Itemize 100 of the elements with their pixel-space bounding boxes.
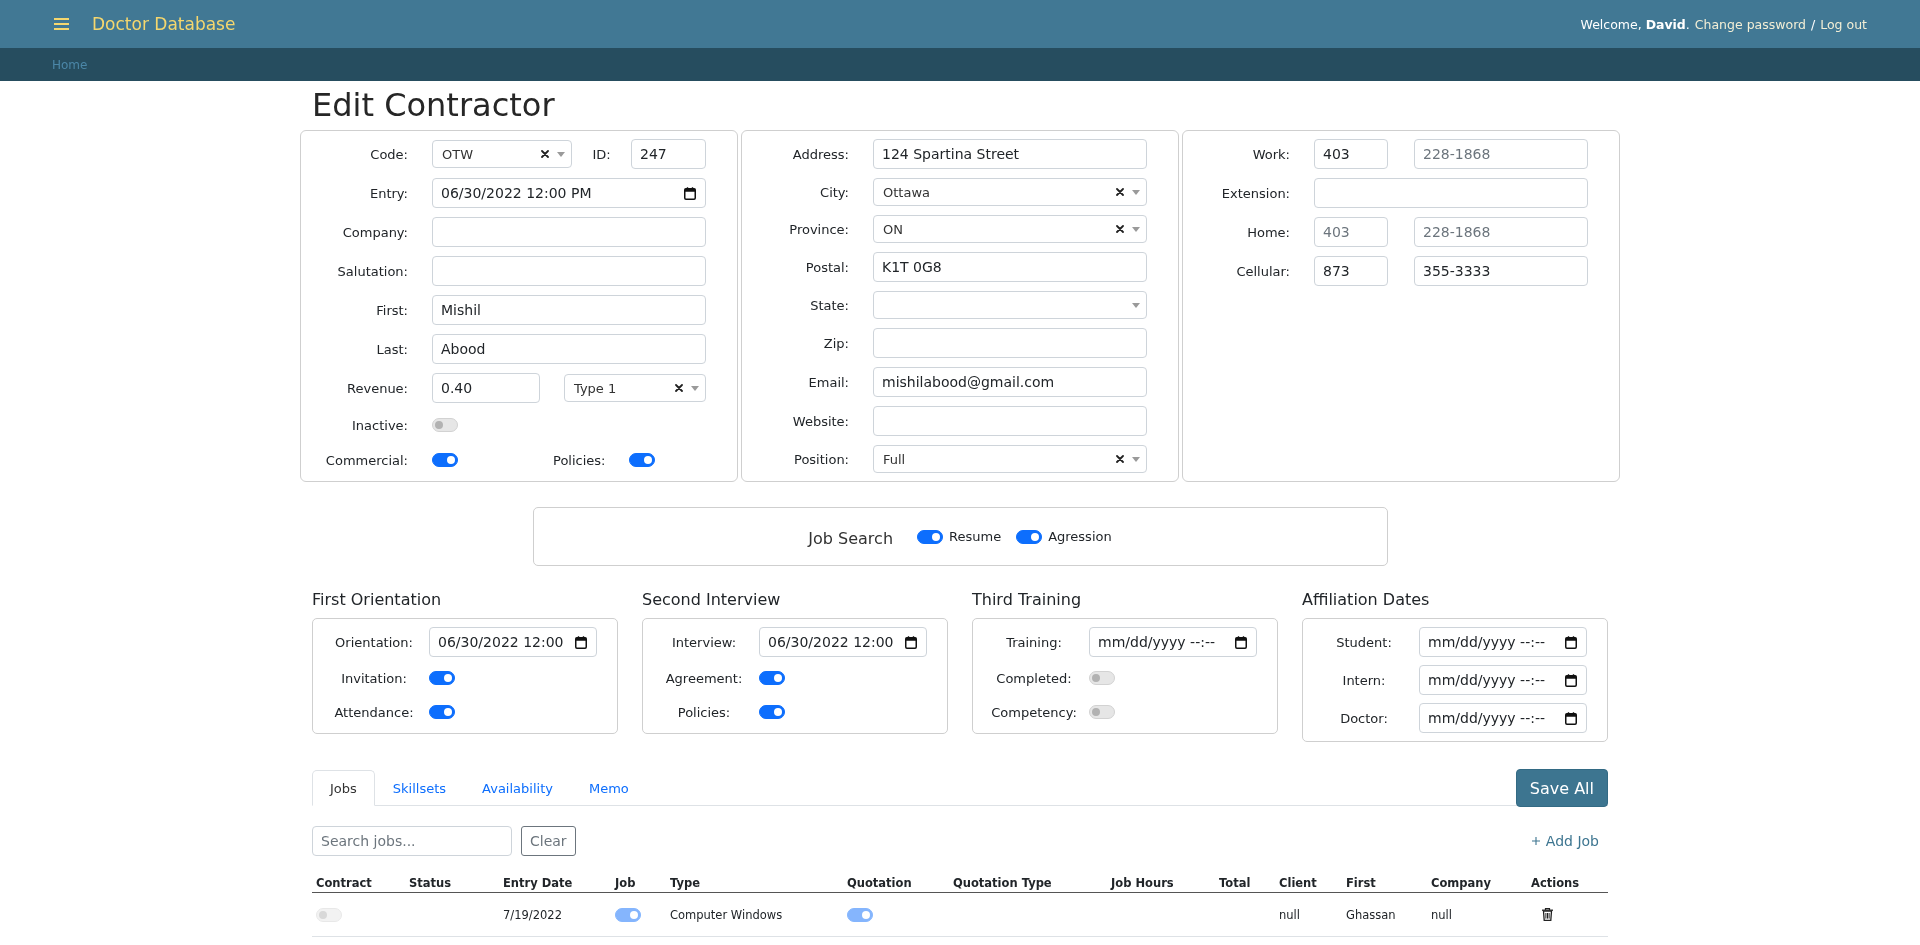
calendar-icon[interactable] — [905, 636, 917, 649]
column-header: Entry Date — [503, 876, 573, 890]
toggle-switch[interactable] — [429, 671, 455, 685]
field-label: Home: — [1246, 224, 1290, 240]
dropdown[interactable]: Type 1 — [564, 374, 706, 402]
switch-label: Resume — [949, 529, 1002, 544]
text-field[interactable]: 355-3333 — [1414, 256, 1588, 286]
column-header: Job — [615, 876, 636, 890]
calendar-icon[interactable] — [575, 636, 587, 649]
text-field[interactable]: mishilabood@gmail.com — [873, 367, 1147, 397]
dropdown[interactable]: OTW — [432, 140, 572, 168]
calendar-icon[interactable] — [1235, 636, 1247, 649]
tab[interactable]: Jobs — [312, 770, 375, 806]
clear-icon[interactable] — [541, 150, 549, 158]
section-title: Affiliation Dates — [1302, 590, 1431, 610]
dropdown[interactable]: Ottawa — [873, 178, 1147, 206]
text-field[interactable]: 403 — [1314, 139, 1388, 169]
clear-icon[interactable] — [675, 384, 683, 392]
panel-title: Job Search — [808, 529, 893, 548]
text-field[interactable]: 228-1868 — [1414, 139, 1588, 169]
field-label: Training: — [1005, 634, 1063, 650]
table-cell: Ghassan — [1346, 907, 1396, 922]
field-label: Code: — [369, 146, 408, 162]
calendar-icon[interactable] — [1565, 674, 1577, 687]
calendar-icon[interactable] — [1565, 712, 1577, 725]
caret-icon — [691, 385, 699, 391]
text-field[interactable]: 0.40 — [432, 373, 540, 403]
text-field[interactable]: 873 — [1314, 256, 1388, 286]
date-field[interactable]: mm/dd/yyyy --:-- — [1419, 627, 1587, 657]
plus-icon — [1531, 837, 1540, 845]
calendar-icon[interactable] — [1565, 636, 1577, 649]
date-field[interactable]: 06/30/2022 12:00 — [429, 627, 597, 657]
welcome-text: Welcome, David. — [1580, 16, 1690, 32]
text-field[interactable] — [432, 256, 706, 286]
field-label: Invitation: — [340, 670, 408, 686]
toggle-switch[interactable] — [432, 453, 458, 467]
column-header: Total — [1219, 876, 1251, 890]
date-field[interactable]: 06/30/2022 12:00 — [759, 627, 927, 657]
text-field[interactable]: Abood — [432, 334, 706, 364]
field-label: Company: — [341, 224, 408, 240]
tab[interactable]: Skillsets — [374, 770, 465, 806]
app-title: Doctor Database — [92, 14, 236, 34]
field-label: Policies: — [676, 704, 732, 720]
dropdown[interactable]: Full — [873, 445, 1147, 473]
field-label: Agreement: — [664, 670, 744, 686]
dropdown[interactable]: ON — [873, 215, 1147, 243]
toggle-switch[interactable] — [759, 671, 785, 685]
clear-icon[interactable] — [1116, 455, 1124, 463]
column-header: Actions — [1531, 876, 1580, 890]
field-label: Commercial: — [324, 452, 408, 468]
field-label: Extension: — [1220, 185, 1290, 201]
table-cell: 7/19/2022 — [503, 907, 562, 922]
text-field[interactable] — [873, 406, 1147, 436]
trash-icon[interactable] — [1542, 908, 1553, 921]
clear-button[interactable]: Clear — [521, 826, 576, 856]
field-label: Entry: — [368, 185, 408, 201]
text-field[interactable]: 124 Spartina Street — [873, 139, 1147, 169]
text-field[interactable] — [1314, 178, 1588, 208]
header-link[interactable]: Log out — [1820, 16, 1867, 32]
clear-icon[interactable] — [1116, 188, 1124, 196]
column-header: Quotation — [847, 876, 912, 890]
column-header: Job Hours — [1111, 876, 1174, 890]
field-label: Address: — [791, 146, 849, 162]
toggle-switch[interactable] — [759, 705, 785, 719]
menu-icon[interactable] — [54, 18, 69, 30]
column-header: Client — [1279, 876, 1317, 890]
date-field[interactable]: mm/dd/yyyy --:-- — [1089, 627, 1257, 657]
clear-icon[interactable] — [1116, 225, 1124, 233]
toggle-switch[interactable] — [1016, 529, 1043, 544]
search-field[interactable]: Search jobs... — [312, 826, 512, 856]
field-label: Position: — [793, 451, 849, 467]
text-field[interactable] — [432, 217, 706, 247]
section-title: Third Training — [972, 590, 1083, 610]
field-label: Cellular: — [1235, 263, 1290, 279]
text-field[interactable] — [873, 328, 1147, 358]
add-job-link[interactable]: Add Job — [1531, 833, 1599, 849]
toggle-switch[interactable] — [429, 705, 455, 719]
caret-icon — [557, 151, 565, 157]
field-label: Province: — [788, 221, 849, 237]
date-field[interactable]: mm/dd/yyyy --:-- — [1419, 665, 1587, 695]
tab[interactable]: Memo — [570, 770, 647, 806]
text-field[interactable]: 247 — [631, 139, 706, 169]
caret-icon — [1132, 189, 1140, 195]
toggle-switch[interactable] — [917, 529, 943, 544]
toggle-switch[interactable] — [629, 453, 656, 467]
calendar-icon[interactable] — [684, 187, 696, 200]
column-header: Type — [670, 876, 700, 890]
text-field[interactable]: 228-1868 — [1414, 217, 1588, 247]
header-link[interactable]: Change password — [1694, 16, 1806, 32]
caret-icon — [1132, 302, 1140, 308]
switch-label: Agression — [1048, 529, 1112, 544]
text-field[interactable]: 403 — [1314, 217, 1388, 247]
date-field[interactable]: mm/dd/yyyy --:-- — [1419, 703, 1587, 733]
date-field[interactable]: 06/30/2022 12:00 PM — [432, 178, 706, 208]
save-all-button[interactable]: Save All — [1515, 769, 1608, 807]
text-field[interactable]: K1T 0G8 — [873, 252, 1147, 282]
field-label: Work: — [1251, 146, 1290, 162]
tab[interactable]: Availability — [464, 770, 571, 806]
field-label: Attendance: — [333, 704, 415, 720]
text-field[interactable]: Mishil — [432, 295, 706, 325]
